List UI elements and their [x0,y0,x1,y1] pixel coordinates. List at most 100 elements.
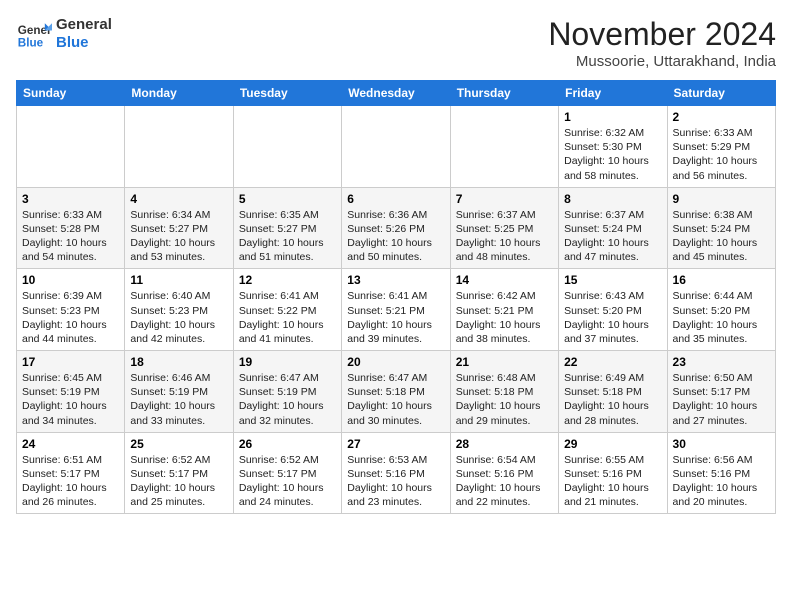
day-info: Sunrise: 6:50 AMSunset: 5:17 PMDaylight:… [673,371,770,428]
day-number: 25 [130,437,227,451]
calendar-week-row: 24 Sunrise: 6:51 AMSunset: 5:17 PMDayligh… [17,432,776,514]
day-number: 29 [564,437,661,451]
calendar-day-cell: 24 Sunrise: 6:51 AMSunset: 5:17 PMDayligh… [17,432,125,514]
day-info: Sunrise: 6:49 AMSunset: 5:18 PMDaylight:… [564,371,661,428]
day-number: 6 [347,192,444,206]
calendar-day-cell: 28 Sunrise: 6:54 AMSunset: 5:16 PMDayligh… [450,432,558,514]
day-number: 5 [239,192,336,206]
weekday-header: Tuesday [233,81,341,106]
calendar-day-cell: 29 Sunrise: 6:55 AMSunset: 5:16 PMDayligh… [559,432,667,514]
calendar-day-cell: 20 Sunrise: 6:47 AMSunset: 5:18 PMDayligh… [342,351,450,433]
weekday-header: Wednesday [342,81,450,106]
day-info: Sunrise: 6:37 AMSunset: 5:24 PMDaylight:… [564,208,661,265]
day-info: Sunrise: 6:51 AMSunset: 5:17 PMDaylight:… [22,453,119,510]
calendar-day-cell: 18 Sunrise: 6:46 AMSunset: 5:19 PMDayligh… [125,351,233,433]
calendar-day-cell: 14 Sunrise: 6:42 AMSunset: 5:21 PMDayligh… [450,269,558,351]
day-number: 4 [130,192,227,206]
day-info: Sunrise: 6:33 AMSunset: 5:28 PMDaylight:… [22,208,119,265]
calendar-week-row: 10Sunrise: 6:39 AMSunset: 5:23 PMDayligh… [17,269,776,351]
day-info: Sunrise: 6:53 AMSunset: 5:16 PMDaylight:… [347,453,444,510]
calendar-day-cell: 27Sunrise: 6:53 AMSunset: 5:16 PMDayligh… [342,432,450,514]
logo-blue-text: Blue [56,34,89,51]
calendar-day-cell: 19 Sunrise: 6:47 AMSunset: 5:19 PMDayligh… [233,351,341,433]
calendar-day-cell [125,106,233,188]
day-info: Sunrise: 6:42 AMSunset: 5:21 PMDaylight:… [456,289,553,346]
day-info: Sunrise: 6:38 AMSunset: 5:24 PMDaylight:… [673,208,770,265]
calendar-day-cell: 25 Sunrise: 6:52 AMSunset: 5:17 PMDayligh… [125,432,233,514]
day-info: Sunrise: 6:34 AMSunset: 5:27 PMDaylight:… [130,208,227,265]
calendar-day-cell: 12 Sunrise: 6:41 AMSunset: 5:22 PMDayligh… [233,269,341,351]
day-info: Sunrise: 6:33 AMSunset: 5:29 PMDaylight:… [673,126,770,183]
day-info: Sunrise: 6:41 AMSunset: 5:22 PMDaylight:… [239,289,336,346]
day-number: 13 [347,273,444,287]
day-number: 23 [673,355,770,369]
day-info: Sunrise: 6:52 AMSunset: 5:17 PMDaylight:… [239,453,336,510]
month-title: November 2024 [548,16,776,53]
calendar-day-cell: 16Sunrise: 6:44 AMSunset: 5:20 PMDayligh… [667,269,775,351]
calendar-day-cell [233,106,341,188]
weekday-header: Sunday [17,81,125,106]
calendar-day-cell: 21 Sunrise: 6:48 AMSunset: 5:18 PMDayligh… [450,351,558,433]
day-number: 20 [347,355,444,369]
weekday-header: Thursday [450,81,558,106]
day-number: 15 [564,273,661,287]
day-number: 28 [456,437,553,451]
day-info: Sunrise: 6:46 AMSunset: 5:19 PMDaylight:… [130,371,227,428]
day-info: Sunrise: 6:41 AMSunset: 5:21 PMDaylight:… [347,289,444,346]
calendar-day-cell: 23 Sunrise: 6:50 AMSunset: 5:17 PMDayligh… [667,351,775,433]
title-block: November 2024 Mussoorie, Uttarakhand, In… [548,16,776,70]
weekday-header: Friday [559,81,667,106]
calendar-day-cell: 15Sunrise: 6:43 AMSunset: 5:20 PMDayligh… [559,269,667,351]
calendar-day-cell: 26 Sunrise: 6:52 AMSunset: 5:17 PMDayligh… [233,432,341,514]
day-number: 19 [239,355,336,369]
day-number: 1 [564,110,661,124]
calendar-day-cell [17,106,125,188]
day-number: 3 [22,192,119,206]
day-number: 12 [239,273,336,287]
calendar-table: SundayMondayTuesdayWednesdayThursdayFrid… [16,80,776,514]
day-number: 17 [22,355,119,369]
logo-general-text: General [56,16,112,33]
calendar-week-row: 1 Sunrise: 6:32 AMSunset: 5:30 PMDaylight… [17,106,776,188]
day-number: 16 [673,273,770,287]
calendar-day-cell: 6 Sunrise: 6:36 AMSunset: 5:26 PMDaylight… [342,187,450,269]
location: Mussoorie, Uttarakhand, India [548,53,776,70]
day-info: Sunrise: 6:37 AMSunset: 5:25 PMDaylight:… [456,208,553,265]
day-number: 24 [22,437,119,451]
day-info: Sunrise: 6:45 AMSunset: 5:19 PMDaylight:… [22,371,119,428]
day-info: Sunrise: 6:36 AMSunset: 5:26 PMDaylight:… [347,208,444,265]
calendar-day-cell: 2 Sunrise: 6:33 AMSunset: 5:29 PMDaylight… [667,106,775,188]
calendar-day-cell: 7 Sunrise: 6:37 AMSunset: 5:25 PMDaylight… [450,187,558,269]
day-number: 22 [564,355,661,369]
day-info: Sunrise: 6:32 AMSunset: 5:30 PMDaylight:… [564,126,661,183]
calendar-day-cell: 11Sunrise: 6:40 AMSunset: 5:23 PMDayligh… [125,269,233,351]
calendar-week-row: 3 Sunrise: 6:33 AMSunset: 5:28 PMDaylight… [17,187,776,269]
calendar-day-cell: 17 Sunrise: 6:45 AMSunset: 5:19 PMDayligh… [17,351,125,433]
calendar-day-cell: 5Sunrise: 6:35 AMSunset: 5:27 PMDaylight… [233,187,341,269]
weekday-header: Saturday [667,81,775,106]
day-number: 7 [456,192,553,206]
calendar-day-cell: 9Sunrise: 6:38 AMSunset: 5:24 PMDaylight… [667,187,775,269]
day-info: Sunrise: 6:55 AMSunset: 5:16 PMDaylight:… [564,453,661,510]
day-number: 26 [239,437,336,451]
calendar-day-cell: 30Sunrise: 6:56 AMSunset: 5:16 PMDayligh… [667,432,775,514]
calendar-day-cell [342,106,450,188]
calendar-day-cell: 3 Sunrise: 6:33 AMSunset: 5:28 PMDaylight… [17,187,125,269]
calendar-header-row: SundayMondayTuesdayWednesdayThursdayFrid… [17,81,776,106]
day-number: 14 [456,273,553,287]
day-info: Sunrise: 6:47 AMSunset: 5:19 PMDaylight:… [239,371,336,428]
day-info: Sunrise: 6:54 AMSunset: 5:16 PMDaylight:… [456,453,553,510]
day-number: 18 [130,355,227,369]
calendar-day-cell: 22 Sunrise: 6:49 AMSunset: 5:18 PMDayligh… [559,351,667,433]
day-number: 2 [673,110,770,124]
day-info: Sunrise: 6:48 AMSunset: 5:18 PMDaylight:… [456,371,553,428]
svg-text:Blue: Blue [18,37,44,50]
day-info: Sunrise: 6:47 AMSunset: 5:18 PMDaylight:… [347,371,444,428]
weekday-header: Monday [125,81,233,106]
day-number: 21 [456,355,553,369]
calendar-day-cell: 10Sunrise: 6:39 AMSunset: 5:23 PMDayligh… [17,269,125,351]
day-info: Sunrise: 6:52 AMSunset: 5:17 PMDaylight:… [130,453,227,510]
logo-icon: General Blue [16,16,52,52]
page-header: General Blue General Blue November 2024 … [16,16,776,70]
day-number: 30 [673,437,770,451]
